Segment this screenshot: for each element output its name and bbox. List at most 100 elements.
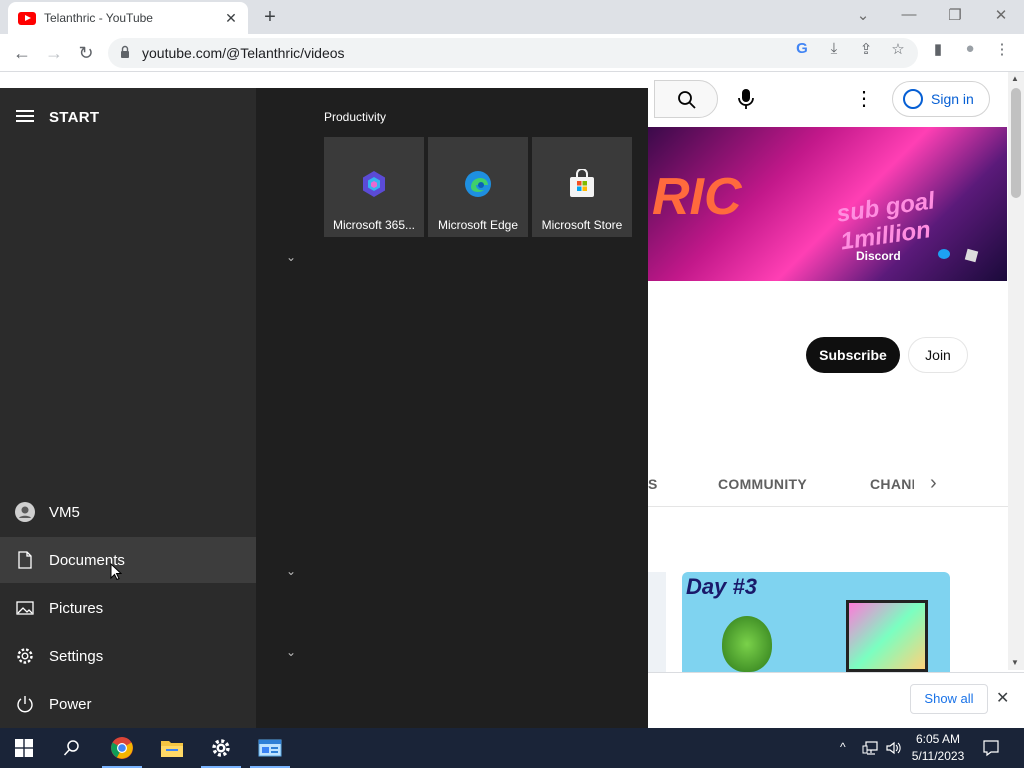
rail-item-user[interactable]: VM5 (0, 489, 256, 535)
tray-overflow-chevron-icon[interactable]: ^ (840, 740, 846, 754)
banner-discord-link[interactable]: Discord (856, 249, 901, 263)
search-icon (678, 91, 696, 109)
rail-item-settings[interactable]: Settings (0, 633, 256, 679)
rail-item-documents[interactable]: Documents (0, 537, 256, 583)
chrome-icon (111, 737, 133, 759)
side-panel-icon[interactable]: ▮ (928, 40, 948, 58)
video-thumbnail[interactable]: Day #3 (682, 572, 950, 672)
page-scrollbar[interactable] (1008, 72, 1024, 670)
chrome-menu-icon[interactable]: ⋮ (992, 40, 1012, 58)
bookmark-star-icon[interactable]: ☆ (888, 40, 908, 58)
store-icon (570, 169, 594, 197)
youtube-settings-menu[interactable]: ⋮ (854, 86, 874, 111)
tab-channels[interactable]: CHANI (870, 476, 914, 492)
rail-pictures-label: Pictures (49, 599, 104, 617)
sign-in-button[interactable]: Sign in (892, 81, 990, 117)
browser-tab[interactable]: Telanthric - YouTube ✕ (8, 2, 248, 34)
browser-toolbar: ← → ↻ youtube.com/@Telanthric/videos G ⤓… (0, 34, 1024, 72)
thumbnail-pet-image (846, 600, 928, 672)
pictures-icon (16, 601, 34, 615)
banner-logo-text: RIC (652, 168, 742, 226)
tab-partial[interactable]: S (648, 476, 658, 492)
scrollbar-thumb[interactable] (1011, 88, 1021, 198)
taskbar-control-panel[interactable] (246, 728, 294, 768)
tab-close-button[interactable]: ✕ (222, 10, 240, 27)
scroll-down-arrow[interactable]: ▼ (1011, 658, 1019, 667)
tile-microsoft-store[interactable]: Microsoft Store (532, 137, 632, 237)
start-button[interactable] (0, 728, 48, 768)
google-lens-icon[interactable]: G (792, 40, 812, 57)
user-avatar-icon (15, 502, 35, 522)
video-thumbnail-partial[interactable] (648, 572, 666, 672)
edge-icon (465, 171, 491, 197)
tile-label: Microsoft Edge (437, 218, 519, 232)
roblox-icon[interactable] (964, 248, 979, 263)
channel-banner: RIC sub goal 1million Discord (648, 127, 1007, 281)
start-rail: START VM5 Documents Pictures Settings Po… (0, 88, 256, 728)
notification-icon[interactable] (982, 739, 1000, 757)
install-icon[interactable]: ⤓ (824, 40, 844, 57)
tabs-divider (648, 506, 1008, 507)
document-icon (18, 551, 32, 569)
clock-date: 5/11/2023 (911, 749, 965, 763)
restore-button[interactable]: ❐ (943, 6, 967, 24)
close-window-button[interactable]: ✕ (989, 6, 1013, 24)
tab-title: Telanthric - YouTube (44, 11, 153, 25)
twitter-icon[interactable] (938, 249, 950, 259)
subscribe-button[interactable]: Subscribe (806, 337, 900, 373)
rail-item-power[interactable]: Power (0, 681, 256, 727)
scroll-up-arrow[interactable]: ▲ (1011, 74, 1019, 83)
tile-microsoft-365[interactable]: Microsoft 365... (324, 137, 424, 237)
microphone-icon[interactable] (736, 88, 756, 110)
tab-search-button[interactable]: ⌄ (851, 6, 875, 24)
forward-button[interactable]: → (41, 40, 67, 66)
tile-group-title: Productivity (324, 110, 387, 124)
youtube-favicon-icon (18, 11, 36, 25)
taskbar-chrome[interactable] (98, 728, 146, 768)
tile-microsoft-edge[interactable]: Microsoft Edge (428, 137, 528, 237)
tile-label: Microsoft 365... (332, 218, 416, 232)
rail-settings-label: Settings (49, 647, 104, 665)
share-icon[interactable]: ⇪ (856, 40, 876, 58)
expand-group-chevron-icon[interactable]: ⌄ (286, 250, 296, 264)
lock-icon (121, 45, 129, 58)
taskbar-settings[interactable] (197, 728, 245, 768)
thumbnail-title-text: Day #3 (686, 574, 757, 599)
join-button[interactable]: Join (908, 337, 968, 373)
taskbar-search-button[interactable] (48, 728, 96, 768)
reload-button[interactable]: ↻ (73, 40, 99, 66)
microsoft-365-icon (363, 171, 385, 197)
minimize-button[interactable]: — (897, 6, 921, 23)
profile-icon[interactable]: ● (960, 40, 980, 57)
account-icon (903, 89, 923, 109)
back-button[interactable]: ← (9, 40, 35, 66)
thumbnail-egg-image (722, 616, 772, 672)
taskbar-clock[interactable]: 6:05 AM 5/11/2023 (906, 731, 970, 765)
browser-titlebar: Telanthric - YouTube ✕ + ⌄ — ❐ ✕ (0, 0, 1024, 34)
tab-community[interactable]: COMMUNITY (718, 476, 807, 492)
banner-subgoal-text: sub goal 1million (834, 187, 937, 256)
rail-power-label: Power (49, 695, 92, 713)
control-panel-icon (258, 739, 282, 757)
new-tab-button[interactable]: + (258, 6, 282, 29)
start-title: START (49, 109, 100, 126)
hamburger-menu-icon[interactable] (16, 110, 34, 125)
download-bar-close-button[interactable]: ✕ (996, 688, 1009, 708)
mouse-cursor-icon (110, 563, 122, 581)
chevron-right-icon[interactable]: › (930, 472, 937, 495)
network-icon[interactable] (862, 740, 880, 756)
volume-icon[interactable] (885, 740, 901, 756)
youtube-search-button[interactable] (654, 80, 718, 118)
rail-item-pictures[interactable]: Pictures (0, 585, 256, 631)
search-icon (63, 740, 79, 756)
folder-icon (161, 741, 183, 757)
windows-logo-icon (15, 739, 33, 757)
address-url: youtube.com/@Telanthric/videos (142, 45, 345, 61)
gear-icon (17, 648, 33, 664)
power-icon (17, 696, 33, 713)
expand-group-chevron-icon[interactable]: ⌄ (286, 645, 296, 659)
expand-group-chevron-icon[interactable]: ⌄ (286, 564, 296, 578)
show-all-downloads-button[interactable]: Show all (910, 684, 988, 714)
rail-user-label: VM5 (49, 503, 80, 521)
taskbar-file-explorer[interactable] (148, 728, 196, 768)
